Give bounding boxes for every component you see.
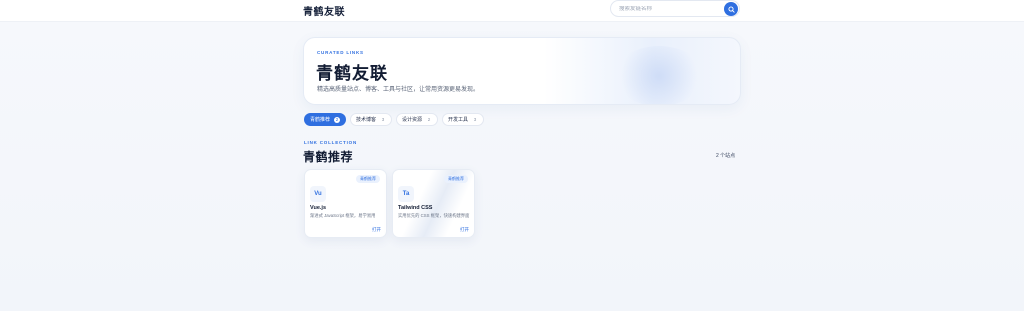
card-title: Tailwind CSS xyxy=(398,205,433,211)
link-card-tailwind[interactable]: 青鹤推荐 Ta Tailwind CSS 实用优先的 CSS 框架，快速构建界面… xyxy=(392,169,475,238)
card-title: Vue.js xyxy=(310,205,326,211)
hero-description: 精选高质量站点、博客、工具与社区，让常用资源更易发现。 xyxy=(317,87,480,93)
link-card-vue[interactable]: 青鹤推荐 Vu Vue.js 渐进式 JavaScript 框架，易学易用 打开 xyxy=(304,169,387,238)
card-description: 实用优先的 CSS 框架，快速构建界面 xyxy=(398,213,470,218)
hero-glow-decoration xyxy=(614,46,704,104)
site-logo-icon: Ta xyxy=(398,186,414,202)
tab-label: 设计资源 xyxy=(402,117,423,123)
tab-count: 2 xyxy=(334,116,341,123)
section-site-count: 2 个站点 xyxy=(716,153,736,159)
top-navbar: 青鹤友联 xyxy=(0,0,1024,22)
tab-label: 技术博客 xyxy=(356,117,377,123)
search-input[interactable] xyxy=(611,5,715,12)
tab-label: 青鹤推荐 xyxy=(310,117,331,123)
card-badge: 青鹤推荐 xyxy=(444,175,468,183)
open-link[interactable]: 打开 xyxy=(460,227,469,233)
open-link[interactable]: 打开 xyxy=(372,227,381,233)
tab-label: 开发工具 xyxy=(448,117,469,123)
search-icon xyxy=(727,0,735,18)
section-title: 青鹤推荐 xyxy=(303,150,354,164)
search-box xyxy=(610,0,740,17)
tab-dev-tools[interactable]: 开发工具 3 xyxy=(442,113,485,126)
search-button[interactable] xyxy=(724,2,738,16)
hero-banner: CURATED LINKS 青鹤友联 精选高质量站点、博客、工具与社区，让常用资… xyxy=(303,37,741,105)
card-badge: 青鹤推荐 xyxy=(356,175,380,183)
hero-kicker: CURATED LINKS xyxy=(317,50,364,55)
tab-tech-blog[interactable]: 技术博客 3 xyxy=(350,113,393,126)
section-kicker: LINK COLLECTION xyxy=(304,140,357,145)
tab-count: 3 xyxy=(381,117,385,122)
tab-qinghe-recommend[interactable]: 青鹤推荐 2 xyxy=(304,113,347,126)
tab-count: 3 xyxy=(473,117,477,122)
brand-title[interactable]: 青鹤友联 xyxy=(303,3,345,18)
card-description: 渐进式 JavaScript 框架，易学易用 xyxy=(310,213,376,218)
site-logo-icon: Vu xyxy=(310,186,326,202)
tab-count: 2 xyxy=(427,117,431,122)
category-tabs: 青鹤推荐 2 技术博客 3 设计资源 2 开发工具 3 xyxy=(304,113,485,126)
tab-design-resources[interactable]: 设计资源 2 xyxy=(396,113,439,126)
hero-title: 青鹤友联 xyxy=(316,64,388,83)
